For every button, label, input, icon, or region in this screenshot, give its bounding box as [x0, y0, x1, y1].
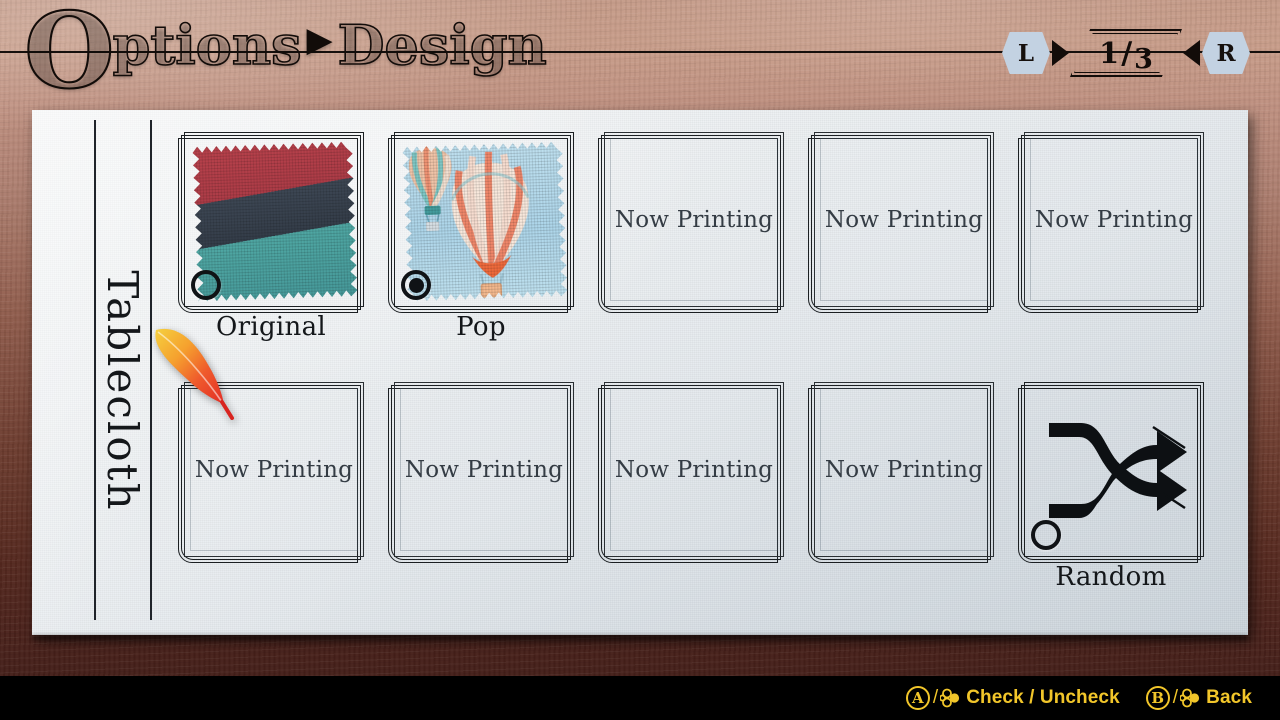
hint-label: Check / Uncheck [966, 687, 1120, 708]
placeholder-label: Now Printing [824, 206, 984, 233]
design-tile[interactable] [178, 132, 364, 313]
tile-frame-inner: Now Printing [604, 382, 784, 557]
header: Options ▶ Design L 1 / 3 R [0, 0, 1280, 113]
placeholder-label: Now Printing [404, 456, 564, 483]
design-cell-placeholder[interactable]: Now Printing [808, 132, 1002, 362]
hint-label: Back [1206, 687, 1252, 708]
random-checkbox[interactable] [1031, 520, 1061, 550]
page-separator: / [1121, 35, 1133, 71]
placeholder-label: Now Printing [1034, 206, 1194, 233]
page-title-section: Design [337, 12, 548, 78]
design-tile[interactable]: Now Printing [598, 132, 784, 313]
page-title: Options ▶ Design [23, 0, 548, 113]
tile-frame-inner: Now Printing [814, 132, 994, 307]
design-tile[interactable]: Now Printing [808, 132, 994, 313]
design-tile[interactable]: Now Printing [178, 382, 364, 563]
design-tile[interactable]: Now Printing [388, 382, 574, 563]
tile-frame-inner: Now Printing [394, 382, 574, 557]
tile-frame-inner: Now Printing [814, 382, 994, 557]
design-label: Pop [456, 312, 506, 342]
design-cell-placeholder[interactable]: Now Printing [388, 382, 582, 612]
category-label-block: Tablecloth [94, 120, 152, 620]
placeholder-label: Now Printing [824, 456, 984, 483]
category-label: Tablecloth [98, 270, 148, 512]
design-cell-placeholder[interactable]: Now Printing [598, 382, 792, 612]
content-panel: Tablecloth Original Pop Now Printing Now… [32, 110, 1248, 640]
shoulder-button-right[interactable]: R [1202, 32, 1250, 74]
shoulder-button-left[interactable]: L [1002, 32, 1050, 74]
design-checkbox-pop[interactable] [401, 270, 431, 300]
breadcrumb-arrow-icon: ▶ [306, 20, 333, 60]
design-grid-row: Original Pop Now Printing Now Printing N… [172, 132, 1227, 362]
page-title-initial: O [23, 0, 116, 113]
hint-back: B / Back [1145, 686, 1252, 710]
placeholder-label: Now Printing [614, 456, 774, 483]
design-label: Original [216, 312, 326, 342]
design-cell-original[interactable]: Original [178, 132, 372, 362]
design-tile[interactable]: Now Printing [808, 382, 994, 563]
design-grid: Original Pop Now Printing Now Printing N… [172, 132, 1227, 622]
design-cell-placeholder[interactable]: Now Printing [178, 382, 372, 612]
design-cell-random[interactable]: Random [1018, 382, 1212, 612]
design-cell-placeholder[interactable]: Now Printing [1018, 132, 1212, 362]
clover-cursor-icon [940, 688, 962, 708]
page-navigator: L 1 / 3 R [1002, 28, 1250, 78]
placeholder-label: Now Printing [614, 206, 774, 233]
page-title-main: ptions [112, 12, 303, 78]
random-label: Random [1055, 562, 1167, 592]
hint-separator: / [1172, 687, 1179, 708]
design-cell-placeholder[interactable]: Now Printing [808, 382, 1002, 612]
current-page-number: 1 [1099, 35, 1120, 70]
clover-cursor-icon [1180, 688, 1202, 708]
design-tile[interactable] [388, 132, 574, 313]
game-options-screen: Options ▶ Design L 1 / 3 R Tablecloth Or… [0, 0, 1280, 720]
page-indicator: 1 / 3 [1070, 29, 1182, 77]
tile-frame-inner: Now Printing [604, 132, 784, 307]
hint-separator: / [932, 687, 939, 708]
button-a-icon: A [905, 686, 930, 710]
triangle-right-icon[interactable] [1052, 40, 1069, 66]
design-cell-pop[interactable]: Pop [388, 132, 582, 362]
design-tile[interactable] [1018, 382, 1204, 563]
total-page-number: 3 [1134, 43, 1153, 75]
design-cell-placeholder[interactable]: Now Printing [598, 132, 792, 362]
design-tile[interactable]: Now Printing [598, 382, 784, 563]
placeholder-label: Now Printing [194, 456, 354, 483]
panel-shadow-edge [32, 635, 1248, 640]
design-tile[interactable]: Now Printing [1018, 132, 1204, 313]
shuffle-arrows-icon [1049, 423, 1187, 518]
button-b-icon: B [1145, 686, 1170, 710]
page-indicator-text: 1 / 3 [1099, 35, 1153, 75]
footer-hint-bar: A / Check / Uncheck B / Back [0, 676, 1280, 720]
design-checkbox-original[interactable] [191, 270, 221, 300]
design-grid-row: Now Printing Now Printing Now Printing N… [172, 382, 1227, 612]
tile-frame-inner: Now Printing [1024, 132, 1204, 307]
triangle-left-icon[interactable] [1183, 40, 1200, 66]
tile-frame-inner: Now Printing [184, 382, 364, 557]
hint-check-uncheck: A / Check / Uncheck [905, 686, 1120, 710]
